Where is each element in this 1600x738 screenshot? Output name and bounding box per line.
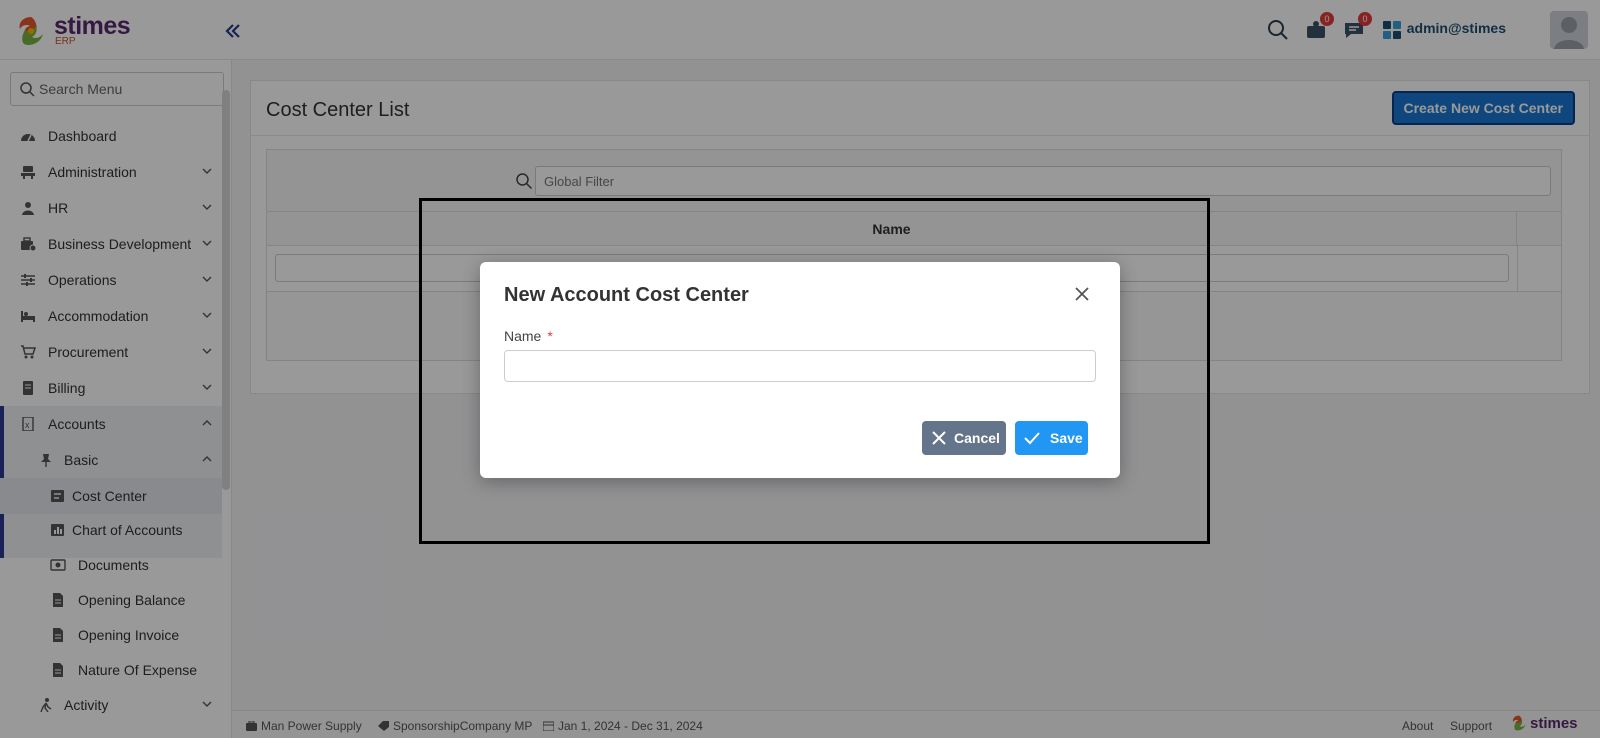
close-icon (932, 431, 946, 445)
save-button-label: Save (1050, 430, 1083, 446)
dialog-title: New Account Cost Center (504, 284, 749, 306)
check-icon (1024, 432, 1040, 445)
cancel-button[interactable]: Cancel (922, 421, 1006, 455)
required-marker: * (547, 328, 553, 344)
name-input[interactable] (504, 350, 1096, 382)
cancel-button-label: Cancel (954, 430, 1000, 446)
name-field-label: Name * (504, 328, 553, 344)
close-icon[interactable] (1072, 284, 1092, 304)
new-cost-center-dialog: New Account Cost Center Name * Cancel Sav… (480, 262, 1120, 478)
name-label-text: Name (504, 328, 542, 344)
save-button[interactable]: Save (1015, 421, 1088, 455)
